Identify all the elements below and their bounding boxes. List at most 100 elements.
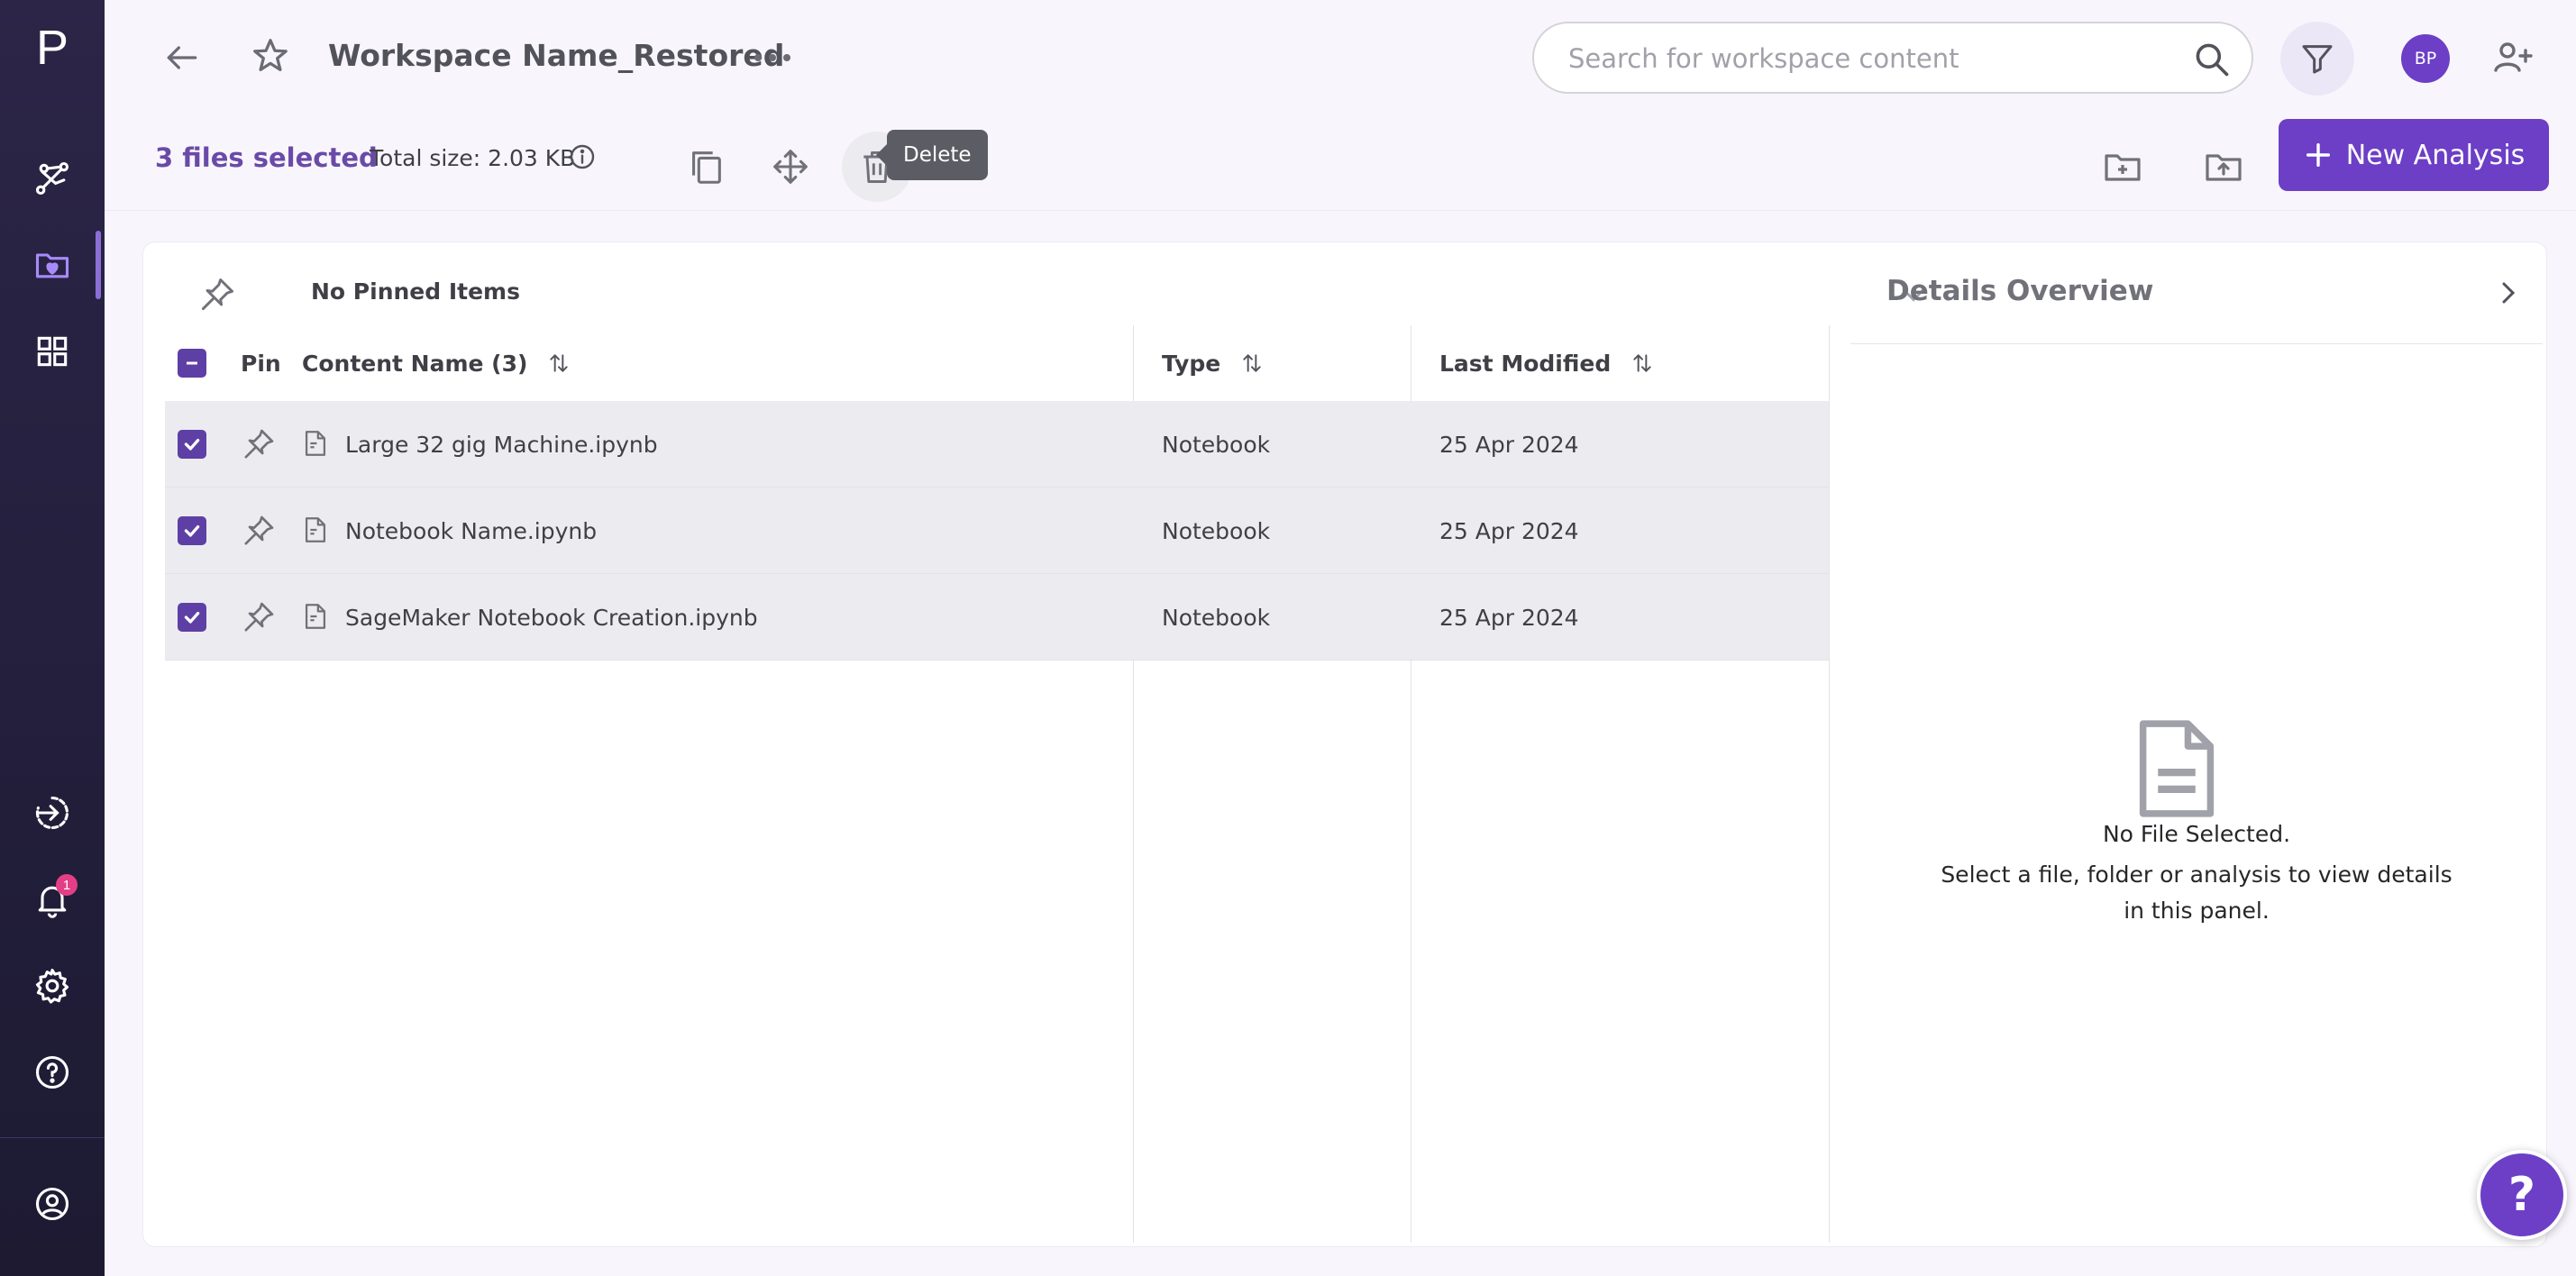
chevron-right-icon[interactable]: [2490, 275, 2526, 311]
notification-badge: 1: [56, 874, 78, 896]
column-header-pin: Pin: [241, 350, 281, 377]
folder-plus-icon: [2105, 154, 2141, 181]
sidebar-item-settings[interactable]: [0, 948, 105, 1024]
column-header-modified[interactable]: Last Modified: [1439, 325, 1654, 401]
delete-tooltip: Delete: [876, 130, 988, 180]
content-table: Pin Content Name (3) Type Last Modified: [165, 325, 1829, 661]
search-box: [1532, 22, 2253, 94]
arrow-left-icon: [167, 46, 197, 69]
details-title: Details Overview: [1886, 275, 2154, 307]
notebook-file-icon: [305, 431, 326, 456]
pin-icon: [201, 278, 233, 311]
app-logo[interactable]: P: [0, 9, 105, 87]
column-header-type[interactable]: Type: [1162, 325, 1264, 401]
sort-icon[interactable]: [1240, 351, 1264, 375]
help-circle-icon: [35, 1055, 69, 1089]
favorite-button[interactable]: [242, 27, 299, 85]
row-checkbox[interactable]: [178, 430, 206, 459]
user-avatar[interactable]: BP: [2401, 34, 2450, 83]
column-header-name-label: Content Name (3): [302, 350, 528, 377]
more-horizontal-icon: [754, 54, 790, 61]
info-icon[interactable]: [568, 142, 597, 171]
logo-letter: P: [35, 21, 69, 75]
row-modified: 25 Apr 2024: [1439, 517, 1579, 544]
new-analysis-button[interactable]: New Analysis: [2279, 119, 2549, 191]
new-analysis-label: New Analysis: [2345, 139, 2526, 171]
check-icon: [184, 524, 200, 537]
folder-upload-icon: [2206, 154, 2242, 181]
add-user-button[interactable]: [2484, 31, 2542, 85]
user-circle-icon: [35, 1187, 69, 1221]
pin-icon[interactable]: [241, 513, 277, 549]
grid-icon: [37, 336, 68, 367]
row-name: Large 32 gig Machine.ipynb: [345, 431, 658, 458]
header: Workspace Name_Restored BP: [105, 0, 2576, 114]
circle-arrow-icon: [35, 796, 69, 829]
sidebar-item-workspaces[interactable]: [0, 227, 105, 303]
search-icon[interactable]: [2192, 40, 2232, 79]
table-header: Pin Content Name (3) Type Last Modified: [165, 325, 1829, 401]
row-name: Notebook Name.ipynb: [345, 517, 598, 544]
sidebar-item-apps[interactable]: [0, 314, 105, 389]
content-card: No Pinned Items Pin Content Name (3) Typ…: [142, 242, 2547, 1247]
search-input[interactable]: [1567, 36, 2161, 81]
back-button[interactable]: [153, 29, 211, 87]
pin-icon[interactable]: [241, 426, 277, 462]
row-type: Notebook: [1162, 517, 1271, 544]
selected-count: 3 files selected: [155, 142, 378, 173]
column-header-type-label: Type: [1162, 350, 1221, 377]
sidebar-item-profile[interactable]: [0, 1166, 105, 1242]
row-type: Notebook: [1162, 431, 1271, 458]
document-icon: [2139, 720, 2215, 817]
move-icon: [773, 150, 808, 184]
no-pinned-label: No Pinned Items: [311, 278, 520, 305]
check-icon: [184, 438, 200, 451]
empty-state-title: No File Selected.: [2102, 821, 2291, 847]
row-checkbox[interactable]: [178, 603, 206, 632]
sidebar-item-notifications[interactable]: 1: [0, 861, 105, 937]
row-modified: 25 Apr 2024: [1439, 431, 1579, 458]
sort-icon[interactable]: [1631, 351, 1654, 375]
sidebar-item-help[interactable]: [0, 1034, 105, 1110]
new-folder-button[interactable]: [2087, 132, 2158, 202]
column-header-name[interactable]: Content Name (3): [302, 325, 571, 401]
filter-button[interactable]: [2280, 22, 2354, 96]
details-divider: [1850, 343, 2543, 344]
upload-button[interactable]: [2188, 132, 2259, 202]
row-checkbox[interactable]: [178, 516, 206, 545]
table-row[interactable]: SageMaker Notebook Creation.ipynb Notebo…: [165, 574, 1829, 661]
select-all-checkbox[interactable]: [178, 349, 206, 378]
more-options-button[interactable]: [741, 31, 804, 85]
minus-icon: [187, 361, 197, 365]
row-type: Notebook: [1162, 604, 1271, 631]
move-button[interactable]: [755, 132, 826, 202]
selection-toolbar: 3 files selected Total size: 2.03 KB Del…: [105, 114, 2576, 211]
table-row[interactable]: Notebook Name.ipynb Notebook 25 Apr 2024: [165, 488, 1829, 574]
row-modified: 25 Apr 2024: [1439, 604, 1579, 631]
total-size: Total size: 2.03 KB: [370, 145, 576, 171]
pin-icon[interactable]: [241, 599, 277, 635]
sidebar: P 1: [0, 0, 105, 1276]
plus-icon: [2306, 142, 2330, 168]
column-header-modified-label: Last Modified: [1439, 350, 1612, 377]
star-icon: [253, 39, 288, 71]
copy-button[interactable]: [671, 132, 741, 202]
empty-state-description: Select a file, folder or analysis to vie…: [1941, 861, 2453, 924]
sidebar-item-integrations[interactable]: [0, 775, 105, 851]
notebook-file-icon: [305, 517, 326, 542]
pipeline-icon: [35, 161, 69, 196]
gear-icon: [35, 969, 69, 1004]
user-plus-icon: [2494, 42, 2533, 72]
sort-icon[interactable]: [547, 351, 571, 375]
check-icon: [184, 611, 200, 624]
sidebar-divider: [0, 1137, 105, 1138]
workspace-title: Workspace Name_Restored: [328, 38, 785, 73]
table-row[interactable]: Large 32 gig Machine.ipynb Notebook 25 A…: [165, 401, 1829, 488]
sidebar-item-pipelines[interactable]: [0, 141, 105, 216]
copy-icon: [692, 151, 721, 184]
help-button[interactable]: ?: [2477, 1150, 2567, 1240]
panel-divider: [1829, 325, 1830, 1243]
folder-heart-icon: [35, 253, 69, 278]
row-name: SageMaker Notebook Creation.ipynb: [345, 604, 758, 631]
pinned-items-bar[interactable]: No Pinned Items: [197, 269, 1937, 318]
